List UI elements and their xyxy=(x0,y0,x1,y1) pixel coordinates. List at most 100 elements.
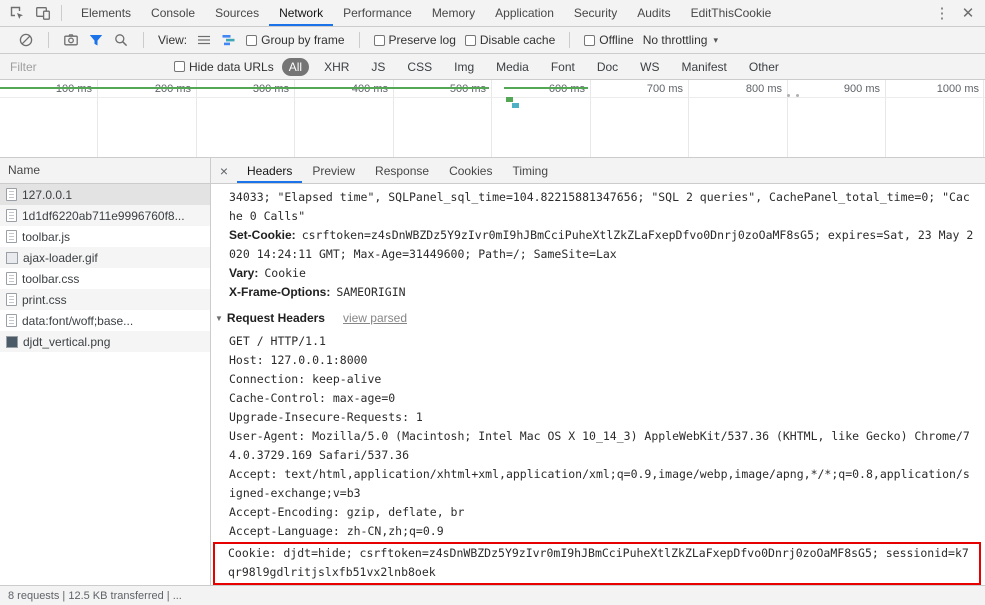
time-tick: 1000 ms xyxy=(936,83,979,95)
time-tick: 800 ms xyxy=(745,83,782,95)
search-button[interactable] xyxy=(113,32,129,48)
gridline xyxy=(294,80,295,157)
clear-button[interactable] xyxy=(18,32,34,48)
group-by-frame-option[interactable]: Group by frame xyxy=(246,33,345,47)
inspect-button[interactable] xyxy=(4,0,30,26)
name-column-header[interactable]: Name xyxy=(0,158,210,184)
gridline xyxy=(590,80,591,157)
device-toolbar-button[interactable] xyxy=(30,0,56,26)
tab-security[interactable]: Security xyxy=(564,0,627,26)
request-header-line: Accept-Encoding: gzip, deflate, br xyxy=(229,505,465,519)
preserve-log-option[interactable]: Preserve log xyxy=(373,33,456,47)
offline-checkbox[interactable] xyxy=(584,34,596,46)
status-bar: 8 requests | 12.5 KB transferred | ... xyxy=(0,585,985,605)
request-mark xyxy=(512,103,519,108)
preserve-log-label: Preserve log xyxy=(388,33,456,47)
filter-bar: Hide data URLs All XHR JS CSS Img Media … xyxy=(0,54,985,80)
request-row[interactable]: print.css xyxy=(0,289,210,310)
time-tick: 300 ms xyxy=(252,83,289,95)
chevron-down-icon: ▾ xyxy=(713,34,718,45)
filter-type-ws[interactable]: WS xyxy=(633,58,666,76)
request-row[interactable]: data:font/woff;base... xyxy=(0,310,210,331)
time-tick: 500 ms xyxy=(449,83,486,95)
separator xyxy=(358,32,360,48)
tab-elements[interactable]: Elements xyxy=(71,0,141,26)
group-by-frame-checkbox[interactable] xyxy=(246,34,258,46)
tab-sources[interactable]: Sources xyxy=(205,0,269,26)
tab-response[interactable]: Response xyxy=(365,158,439,183)
request-row[interactable]: toolbar.css xyxy=(0,268,210,289)
tab-console[interactable]: Console xyxy=(141,0,205,26)
waterfall-view-icon xyxy=(222,35,235,46)
hide-data-urls-checkbox[interactable] xyxy=(174,61,185,72)
tab-application[interactable]: Application xyxy=(485,0,564,26)
tab-audits[interactable]: Audits xyxy=(627,0,680,26)
request-row[interactable]: 127.0.0.1 xyxy=(0,184,210,205)
request-row[interactable]: toolbar.js xyxy=(0,226,210,247)
throttling-select[interactable]: No throttling ▾ xyxy=(643,33,718,47)
filter-type-css[interactable]: CSS xyxy=(400,58,439,76)
disable-cache-checkbox[interactable] xyxy=(464,34,476,46)
details-tabbar: × Headers Preview Response Cookies Timin… xyxy=(211,158,985,184)
view-parsed-link[interactable]: view parsed xyxy=(343,309,407,328)
tab-network[interactable]: Network xyxy=(269,0,334,26)
tab-memory[interactable]: Memory xyxy=(422,0,485,26)
request-dot xyxy=(787,94,790,97)
filter-type-all[interactable]: All xyxy=(281,57,310,76)
separator xyxy=(61,5,62,21)
tab-headers[interactable]: Headers xyxy=(237,158,303,183)
filter-type-doc[interactable]: Doc xyxy=(590,58,625,76)
request-header-line: Upgrade-Insecure-Requests: 1 xyxy=(229,410,423,424)
close-icon[interactable]: ✕ xyxy=(955,0,981,26)
time-tick: 900 ms xyxy=(843,83,880,95)
filter-input[interactable] xyxy=(8,58,166,75)
tab-preview[interactable]: Preview xyxy=(302,158,365,183)
filter-type-font[interactable]: Font xyxy=(544,58,582,76)
tab-editthiscookie[interactable]: EditThisCookie xyxy=(681,0,782,26)
filter-type-xhr[interactable]: XHR xyxy=(317,58,356,76)
request-header-line: Cache-Control: max-age=0 xyxy=(229,391,396,405)
filter-type-manifest[interactable]: Manifest xyxy=(675,58,734,76)
tick-row-divider xyxy=(0,97,985,98)
network-toolbar: View: Group by frame Preserve log Disabl… xyxy=(0,27,985,54)
request-dot xyxy=(796,94,799,97)
gridline xyxy=(983,80,984,157)
request-headers-section[interactable]: ▼ Request Headers view parsed xyxy=(215,309,975,328)
file-icon xyxy=(6,209,17,222)
tab-performance[interactable]: Performance xyxy=(333,0,422,26)
time-tick: 100 ms xyxy=(55,83,92,95)
headers-pane[interactable]: 34033; "Elapsed time", SQLPanel_sql_time… xyxy=(211,184,985,585)
throttling-value: No throttling xyxy=(642,33,708,47)
tab-cookies[interactable]: Cookies xyxy=(439,158,502,183)
large-rows-toggle[interactable] xyxy=(196,32,212,48)
document-icon xyxy=(6,188,17,201)
request-row[interactable]: ajax-loader.gif xyxy=(0,247,210,268)
offline-option[interactable]: Offline xyxy=(584,33,634,47)
filter-type-media[interactable]: Media xyxy=(489,58,536,76)
request-row[interactable]: djdt_vertical.png xyxy=(0,331,210,352)
cookie-highlight-box: Cookie: djdt=hide; csrftoken=z4sDnWBZDz5… xyxy=(213,542,981,585)
image-icon xyxy=(6,251,18,264)
close-details-icon[interactable]: × xyxy=(211,158,237,183)
tab-timing[interactable]: Timing xyxy=(502,158,558,183)
inspect-icon xyxy=(10,6,23,19)
filter-button[interactable] xyxy=(88,32,104,48)
time-tick: 200 ms xyxy=(154,83,191,95)
filter-type-js[interactable]: JS xyxy=(364,58,392,76)
gridline xyxy=(97,80,98,157)
filter-type-other[interactable]: Other xyxy=(742,58,786,76)
offline-label: Offline xyxy=(599,33,634,47)
filter-type-img[interactable]: Img xyxy=(447,58,481,76)
disable-cache-option[interactable]: Disable cache xyxy=(464,33,555,47)
request-row[interactable]: 1d1df6220ab711e9996760f8... xyxy=(0,205,210,226)
preserve-log-checkbox[interactable] xyxy=(373,34,385,46)
more-menu-icon[interactable]: ⋮ xyxy=(929,0,955,26)
screenshot-button[interactable] xyxy=(63,32,79,48)
header-overflow-line: 34033; "Elapsed time", SQLPanel_sql_time… xyxy=(229,190,970,223)
device-toolbar-icon xyxy=(36,7,50,20)
hide-data-urls-option[interactable]: Hide data URLs xyxy=(174,60,274,74)
stylesheet-icon xyxy=(6,293,17,306)
request-list-panel: Name 127.0.0.1 1d1df6220ab711e9996760f8.… xyxy=(0,158,211,585)
timeline-overview[interactable]: 100 ms 200 ms 300 ms 400 ms 500 ms 600 m… xyxy=(0,80,985,158)
overview-toggle[interactable] xyxy=(221,32,237,48)
